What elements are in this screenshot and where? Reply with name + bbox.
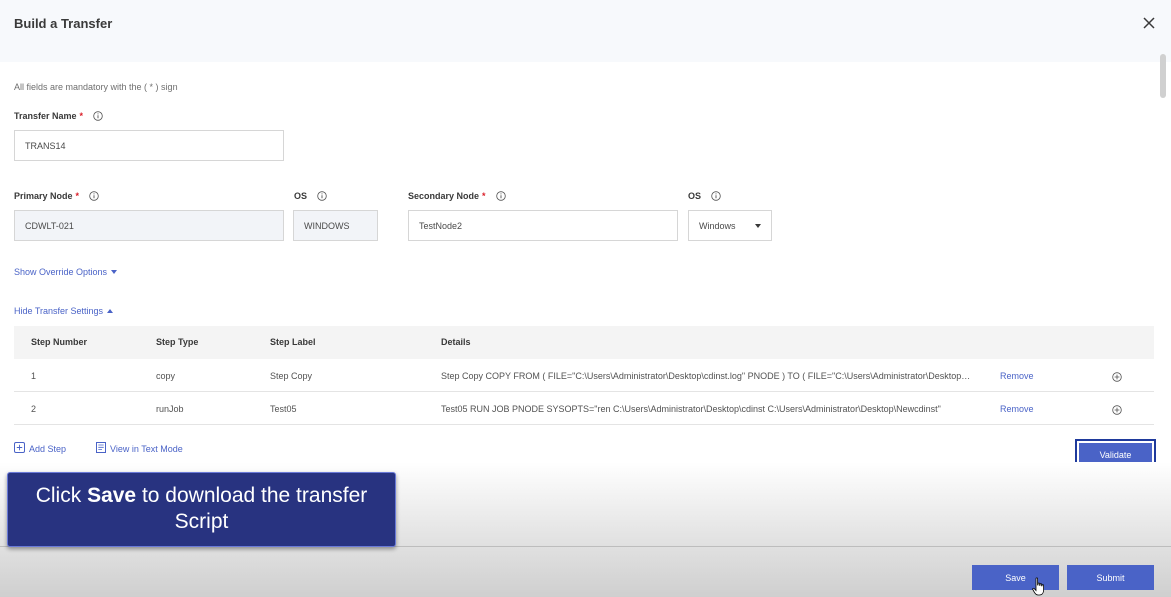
primary-os-input: WINDOWS (293, 210, 378, 241)
remove-step-link[interactable]: Remove (1000, 404, 1034, 414)
instruction-tooltip: Click Save to download the transfer Scri… (7, 472, 396, 547)
add-circle-icon[interactable] (1112, 369, 1122, 382)
table-header: Step Number Step Type Step Label Details (14, 326, 1154, 359)
transfer-name-label-text: Transfer Name (14, 111, 77, 121)
view-in-text-mode-text: View in Text Mode (110, 443, 183, 454)
primary-os-label: OS (294, 190, 327, 202)
step-details-cell: Test05 RUN JOB PNODE SYSOPTS="ren C:\Use… (441, 404, 941, 414)
primary-node-input: CDWLT-021 (14, 210, 284, 241)
mandatory-note: All fields are mandatory with the ( * ) … (14, 82, 178, 92)
submit-button[interactable]: Submit (1067, 565, 1154, 590)
info-icon[interactable] (495, 191, 506, 201)
hide-transfer-settings-text: Hide Transfer Settings (14, 306, 104, 316)
required-marker: * (75, 191, 80, 201)
column-header-step-number: Step Number (31, 337, 88, 347)
tooltip-bold: Save (87, 484, 137, 507)
close-icon[interactable] (1140, 14, 1158, 32)
hand-cursor-icon (1032, 577, 1046, 597)
required-marker: * (482, 191, 486, 201)
column-header-details: Details (441, 337, 471, 347)
table-row: 1 copy Step Copy Step Copy COPY FROM ( F… (14, 359, 1154, 392)
secondary-node-input[interactable]: TestNode2 (408, 210, 678, 241)
transfer-name-label: Transfer Name * (14, 110, 103, 122)
step-type-cell: copy (156, 371, 176, 381)
show-override-options-link[interactable]: Show Override Options (14, 267, 118, 277)
step-label-cell: Test05 (270, 404, 297, 414)
tooltip-prefix: Click (35, 484, 88, 507)
secondary-os-label-text: OS (688, 191, 702, 201)
required-marker: * (79, 111, 84, 121)
step-number-cell: 1 (31, 371, 37, 381)
column-header-step-type: Step Type (156, 337, 199, 347)
secondary-os-select[interactable]: Windows (688, 210, 772, 241)
add-step-link[interactable]: Add Step (14, 442, 66, 455)
step-details-cell: Step Copy COPY FROM ( FILE="C:\Users\Adm… (441, 371, 971, 381)
tooltip-suffix: to download the transfer Script (136, 484, 368, 533)
add-circle-icon[interactable] (1112, 402, 1122, 415)
view-in-text-mode-link[interactable]: View in Text Mode (96, 442, 183, 455)
add-step-text: Add Step (29, 443, 67, 454)
info-icon[interactable] (93, 111, 103, 121)
modal-title: Build a Transfer (14, 16, 113, 31)
secondary-os-label: OS (688, 190, 721, 202)
document-icon (96, 442, 106, 455)
secondary-node-label-text: Secondary Node (408, 191, 480, 201)
transfer-name-input[interactable]: TRANS14 (14, 130, 284, 161)
scrollbar-thumb[interactable] (1160, 54, 1166, 98)
steps-table: Step Number Step Type Step Label Details… (14, 326, 1154, 425)
primary-node-label-text: Primary Node (14, 191, 73, 201)
caret-up-icon (107, 309, 114, 313)
primary-os-label-text: OS (294, 191, 308, 201)
add-square-icon (14, 442, 25, 455)
column-header-step-label: Step Label (270, 337, 316, 347)
secondary-os-value: Windows (699, 220, 736, 231)
primary-node-label: Primary Node * (14, 190, 99, 202)
table-row: 2 runJob Test05 Test05 RUN JOB PNODE SYS… (14, 392, 1154, 425)
show-override-options-text: Show Override Options (14, 267, 108, 277)
info-icon[interactable] (711, 191, 721, 201)
step-label-cell: Step Copy (270, 371, 313, 381)
caret-down-icon (111, 270, 118, 274)
step-type-cell: runJob (156, 404, 184, 414)
info-icon[interactable] (89, 191, 99, 201)
info-icon[interactable] (317, 191, 327, 201)
secondary-node-label: Secondary Node * (408, 190, 506, 202)
hide-transfer-settings-link[interactable]: Hide Transfer Settings (14, 306, 114, 316)
step-number-cell: 2 (31, 404, 37, 414)
chevron-down-icon (755, 224, 761, 228)
modal-header: Build a Transfer (0, 0, 1171, 62)
remove-step-link[interactable]: Remove (1000, 371, 1034, 381)
